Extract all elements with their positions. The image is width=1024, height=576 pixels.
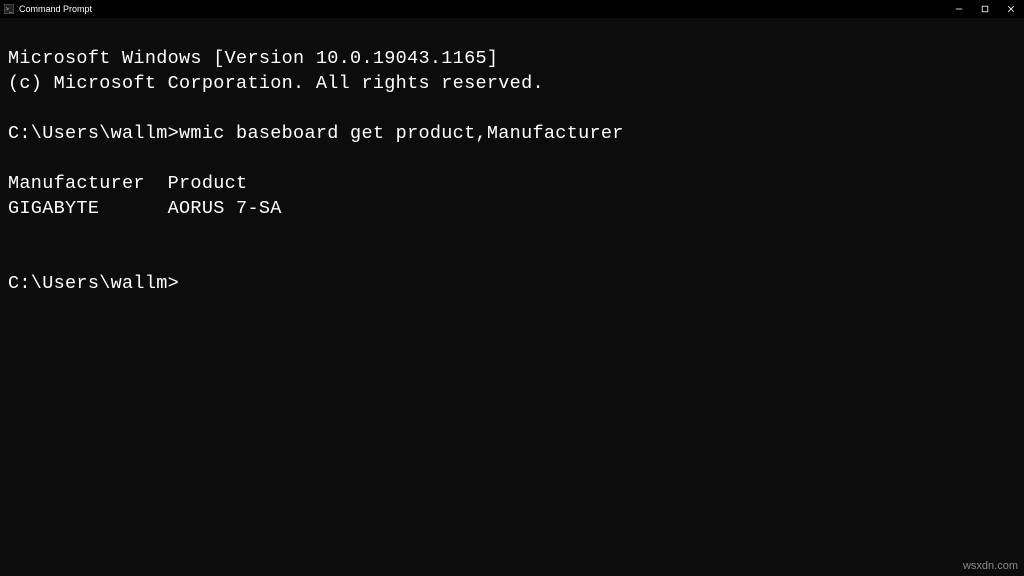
close-button[interactable] [998, 0, 1024, 18]
window-title: Command Prompt [19, 4, 92, 14]
titlebar-left: >_ Command Prompt [4, 4, 92, 14]
output-row: GIGABYTE AORUS 7-SA [8, 198, 282, 219]
os-version-line: Microsoft Windows [Version 10.0.19043.11… [8, 48, 498, 69]
watermark-text: wsxdn.com [963, 560, 1018, 572]
copyright-line: (c) Microsoft Corporation. All rights re… [8, 73, 544, 94]
window-controls [946, 0, 1024, 18]
cmd-icon: >_ [4, 4, 14, 14]
command-text: wmic baseboard get product,Manufacturer [179, 122, 624, 147]
output-columns-header: Manufacturer Product [8, 173, 247, 194]
maximize-button[interactable] [972, 0, 998, 18]
terminal-output-area[interactable]: Microsoft Windows [Version 10.0.19043.11… [0, 18, 1024, 305]
prompt: C:\Users\wallm> [8, 122, 179, 147]
svg-text:>_: >_ [6, 7, 14, 13]
window-titlebar: >_ Command Prompt [0, 0, 1024, 18]
minimize-button[interactable] [946, 0, 972, 18]
prompt: C:\Users\wallm> [8, 273, 179, 294]
